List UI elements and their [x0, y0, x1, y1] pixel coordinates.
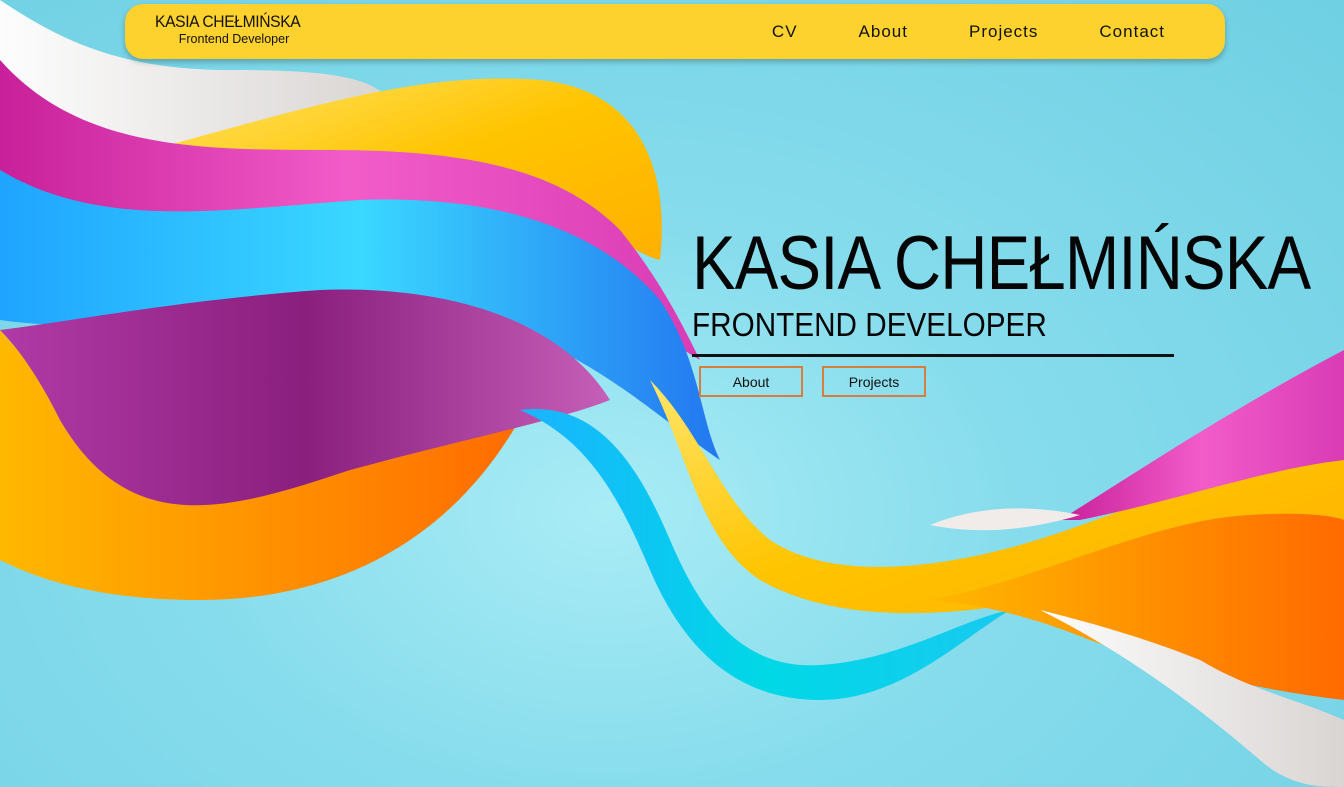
hero-divider [692, 354, 1174, 357]
projects-button[interactable]: Projects [822, 366, 926, 397]
nav-link-projects[interactable]: Projects [969, 22, 1038, 42]
nav-link-about[interactable]: About [859, 22, 908, 42]
about-button[interactable]: About [699, 366, 803, 397]
top-navbar: KASIA CHEŁMIŃSKA Frontend Developer CV A… [125, 4, 1225, 59]
nav-link-cv[interactable]: CV [772, 22, 798, 42]
nav-links: CV About Projects Contact [711, 4, 1165, 59]
nav-link-contact[interactable]: Contact [1099, 22, 1165, 42]
hero-title: KASIA CHEŁMIŃSKA [692, 221, 1311, 306]
brand-logo[interactable]: KASIA CHEŁMIŃSKA Frontend Developer [155, 13, 313, 46]
hero-section: KASIA CHEŁMIŃSKA FRONTEND DEVELOPER [692, 221, 1344, 343]
brand-subtitle: Frontend Developer [178, 32, 290, 46]
abstract-ribbon-background [0, 0, 1344, 787]
brand-name: KASIA CHEŁMIŃSKA [155, 12, 301, 31]
hero-subtitle: FRONTEND DEVELOPER [692, 306, 1047, 343]
